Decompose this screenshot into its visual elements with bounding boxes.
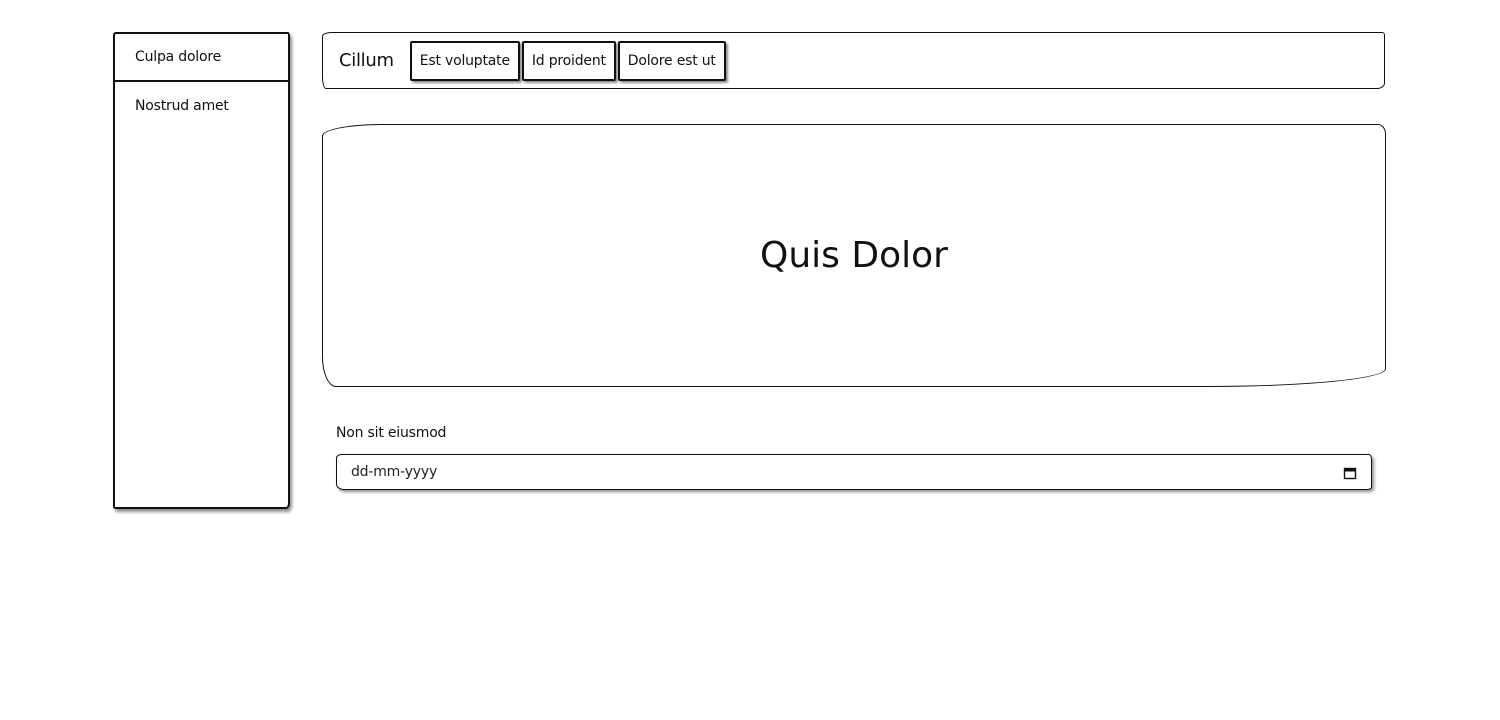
nav-button-id-proident[interactable]: Id proident <box>521 40 616 81</box>
calendar-icon[interactable] <box>1343 465 1357 480</box>
navbar-brand[interactable]: Cillum <box>339 50 394 71</box>
top-navbar: Cillum Est voluptate Id proident Dolore … <box>322 32 1385 89</box>
sidebar-item-culpa-dolore[interactable]: Culpa dolore <box>115 34 288 82</box>
sidebar: Culpa dolore Nostrud amet <box>113 32 290 509</box>
nav-button-label: Dolore est ut <box>627 52 716 69</box>
hero-card: Quis Dolor <box>322 124 1386 387</box>
date-input[interactable]: dd-mm-yyyy <box>336 454 1372 490</box>
sidebar-item-nostrud-amet[interactable]: Nostrud amet <box>115 82 288 130</box>
hero-title: Quis Dolor <box>760 235 948 276</box>
nav-button-est-voluptate[interactable]: Est voluptate <box>409 40 520 81</box>
date-input-placeholder: dd-mm-yyyy <box>351 464 438 480</box>
nav-button-dolore-est-ut[interactable]: Dolore est ut <box>617 40 726 81</box>
sidebar-item-label: Nostrud amet <box>135 98 229 114</box>
nav-button-label: Est voluptate <box>419 52 510 69</box>
nav-button-label: Id proident <box>531 52 606 69</box>
sidebar-item-label: Culpa dolore <box>135 49 222 65</box>
date-field-label: Non sit eiusmod <box>336 425 447 441</box>
